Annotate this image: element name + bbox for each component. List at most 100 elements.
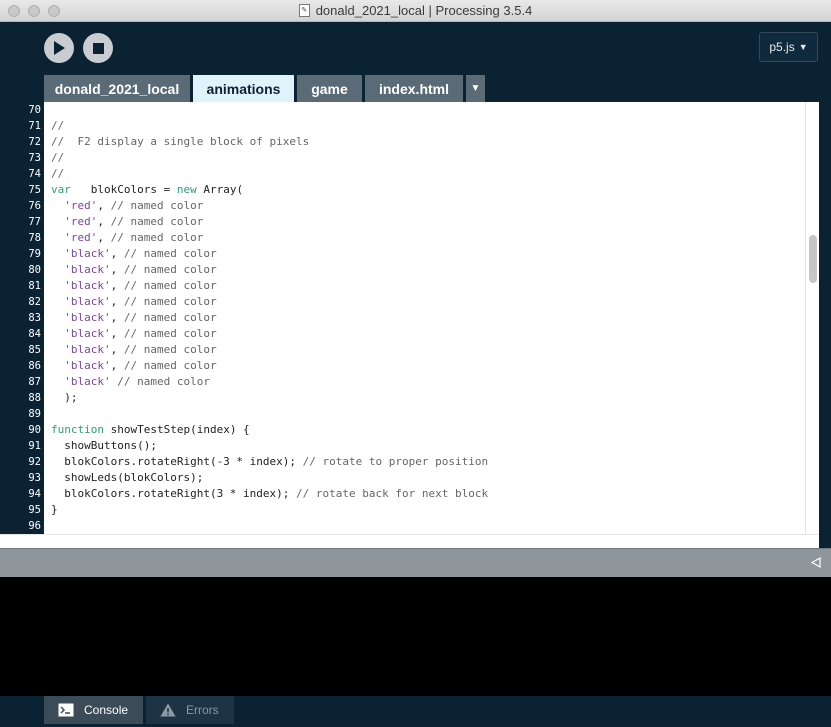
close-window-button[interactable] (8, 5, 20, 17)
code-line: blokColors.rotateRight(-3 * index); // r… (51, 454, 819, 470)
code-line: 'black', // named color (51, 294, 819, 310)
line-number: 87 (28, 376, 41, 388)
code-line: // (51, 150, 819, 166)
code-token: // named color (123, 263, 217, 276)
line-number: 96 (28, 520, 41, 532)
code-token: showLeds(blokColors); (51, 471, 204, 484)
code-token: , (110, 295, 124, 308)
code-line: // (51, 118, 819, 134)
code-line: blokColors.rotateRight(3 * index); // ro… (51, 486, 819, 502)
code-token: 'black' (64, 247, 111, 260)
code-token: 'black' (64, 343, 111, 356)
code-line: // (51, 166, 819, 182)
tab-game[interactable]: game (297, 75, 362, 102)
zoom-window-button[interactable] (48, 5, 60, 17)
line-number: 79 (28, 248, 41, 260)
minimize-window-button[interactable] (28, 5, 40, 17)
code-line: showLeds(blokColors); (51, 470, 819, 486)
line-number: 80 (28, 264, 41, 276)
stop-button[interactable] (83, 33, 113, 63)
code-token: , (110, 279, 124, 292)
line-number: 93 (28, 472, 41, 484)
code-token: // rotate back for next block (296, 487, 489, 500)
tab-animations[interactable]: animations (193, 75, 294, 102)
code-line: 'red', // named color (51, 214, 819, 230)
console-divider[interactable] (0, 548, 831, 577)
code-token: // (51, 151, 65, 164)
document-icon: ✎ (298, 4, 310, 17)
code-token: ); (51, 391, 78, 404)
code-token: // named color (123, 311, 217, 324)
code-line: 'black', // named color (51, 358, 819, 374)
tab-donald-2021-local[interactable]: donald_2021_local (44, 75, 190, 102)
code-token: Array( (196, 183, 244, 196)
errors-tab-label: Errors (186, 703, 219, 717)
horizontal-scrollbar[interactable] (0, 534, 819, 548)
code-token: showTestStep(index) { (103, 423, 250, 436)
mode-selector[interactable]: p5.js ▼ (759, 32, 818, 62)
collapse-arrow-icon[interactable] (810, 556, 822, 568)
code-token: showButtons(); (51, 439, 157, 452)
line-number: 88 (28, 392, 41, 404)
code-line: var blokColors = new Array( (51, 182, 819, 198)
line-number: 82 (28, 296, 41, 308)
code-token: // named color (123, 295, 217, 308)
mode-label: p5.js (769, 40, 795, 54)
line-number: 94 (28, 488, 41, 500)
tab-errors[interactable]: Errors (146, 696, 234, 724)
code-token: 'black' (64, 311, 111, 324)
scrollbar-thumb[interactable] (809, 235, 817, 283)
code-token: 'black' (64, 263, 111, 276)
toolbar: p5.js ▼ (0, 22, 831, 75)
line-number: 91 (28, 440, 41, 452)
code-token: // rotate to proper position (302, 455, 489, 468)
code-line: 'black', // named color (51, 246, 819, 262)
code-token: , (110, 263, 124, 276)
chevron-down-icon: ▼ (470, 83, 481, 94)
run-button[interactable] (44, 33, 74, 63)
bottom-tab-bar: Console Errors (0, 696, 831, 727)
code-token: // (51, 119, 65, 132)
code-token: 'black' (64, 359, 111, 372)
console-output[interactable] (0, 577, 831, 696)
warning-icon (160, 703, 176, 717)
line-number: 95 (28, 504, 41, 516)
code-token: // named color (123, 327, 217, 340)
tab-menu-button[interactable]: ▼ (466, 75, 485, 102)
line-number: 74 (28, 168, 41, 180)
vertical-scrollbar[interactable] (805, 102, 819, 534)
code-line: ); (51, 390, 819, 406)
tab-console[interactable]: Console (44, 696, 143, 724)
console-tab-label: Console (84, 703, 129, 717)
line-number: 85 (28, 344, 41, 356)
code-line: 'black', // named color (51, 278, 819, 294)
line-number: 72 (28, 136, 41, 148)
code-token: // named color (117, 375, 210, 388)
code-line: 'black', // named color (51, 310, 819, 326)
window-title: donald_2021_local | Processing 3.5.4 (315, 3, 533, 18)
code-line: // F2 display a single block of pixels (51, 134, 819, 150)
tab-index-html[interactable]: index.html (365, 75, 463, 102)
code-token: var (51, 183, 71, 196)
code-text-area[interactable]: // // F2 display a single block of pixels… (44, 102, 819, 534)
line-number: 75 (28, 184, 41, 196)
code-token: 'black' (64, 279, 111, 292)
line-number: 73 (28, 152, 41, 164)
code-token: // named color (123, 247, 217, 260)
code-token: // named color (123, 359, 217, 372)
code-token: new (176, 183, 197, 196)
line-number: 76 (28, 200, 41, 212)
console-icon (58, 703, 74, 717)
line-number: 84 (28, 328, 41, 340)
line-number: 86 (28, 360, 41, 372)
line-number: 92 (28, 456, 41, 468)
